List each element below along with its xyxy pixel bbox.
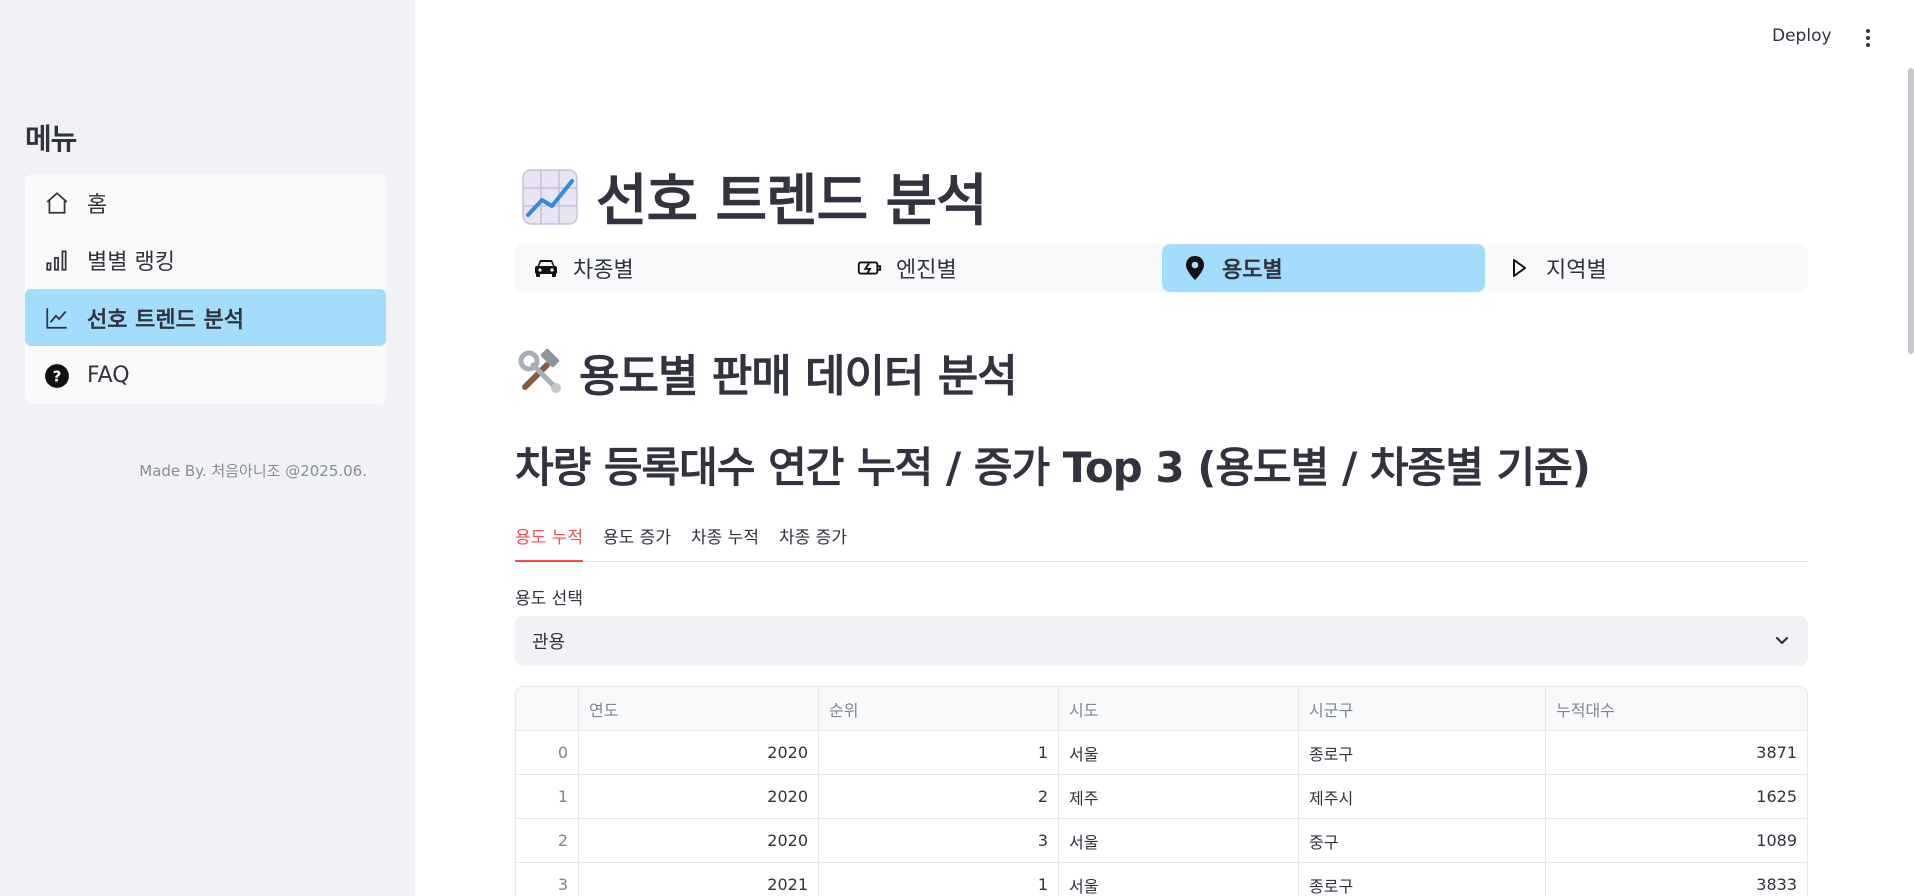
column-header[interactable] xyxy=(516,687,579,730)
section-title: 용도별 판매 데이터 분석 xyxy=(515,340,1018,404)
tab-usage[interactable]: 용도별 xyxy=(1162,244,1485,292)
category-tabs: 차종별 엔진별 용도별 지역별 xyxy=(515,244,1808,292)
table-cell[interactable]: 2020 xyxy=(579,775,819,818)
scrollbar[interactable] xyxy=(1908,68,1914,354)
table-cell[interactable]: 1089 xyxy=(1546,819,1807,862)
table-cell[interactable]: 종로구 xyxy=(1299,731,1546,774)
svg-text:?: ? xyxy=(53,367,62,385)
subtab-usage-cumulative[interactable]: 용도 누적 xyxy=(515,520,583,562)
bar-chart-icon xyxy=(43,246,71,274)
home-icon xyxy=(43,189,71,217)
select-value: 관용 xyxy=(532,632,566,653)
table-cell[interactable]: 제주 xyxy=(1059,775,1299,818)
sidebar-item-faq[interactable]: ? FAQ xyxy=(25,347,386,404)
table-cell[interactable]: 2021 xyxy=(579,863,819,896)
table-cell[interactable]: 서울 xyxy=(1059,731,1299,774)
subtitle: 차량 등록대수 연간 누적 / 증가 Top 3 (용도별 / 차종별 기준) xyxy=(515,443,1591,492)
tab-region[interactable]: 지역별 xyxy=(1506,244,1806,292)
sub-tabs: 용도 누적 용도 증가 차종 누적 차종 증가 xyxy=(515,520,1808,562)
column-header[interactable]: 연도 xyxy=(579,687,819,730)
tab-engine[interactable]: 엔진별 xyxy=(856,244,1156,292)
tab-label: 차종별 xyxy=(573,258,634,283)
tab-car-type[interactable]: 차종별 xyxy=(533,244,833,292)
column-header[interactable]: 순위 xyxy=(819,687,1059,730)
sidebar-item-ranking[interactable]: 별별 랭킹 xyxy=(25,231,386,288)
sidebar-item-label: FAQ xyxy=(87,363,130,388)
section-title-text: 용도별 판매 데이터 분석 xyxy=(579,351,1018,402)
sidebar-item-label: 홈 xyxy=(87,192,108,218)
app: 메뉴 홈 별별 랭킹 선호 트렌드 분석 ? FAQ Made By. 처음아니… xyxy=(0,0,1914,896)
hammer-wrench-icon xyxy=(515,347,565,397)
column-header[interactable]: 시도 xyxy=(1059,687,1299,730)
table-row: 3 2021 1 서울 종로구 3833 xyxy=(516,863,1807,896)
subtab-cartype-cumulative[interactable]: 차종 누적 xyxy=(691,520,759,562)
help-circle-icon: ? xyxy=(43,362,71,390)
table-cell[interactable]: 3871 xyxy=(1546,731,1807,774)
table-cell[interactable]: 2020 xyxy=(579,731,819,774)
column-header[interactable]: 누적대수 xyxy=(1546,687,1807,730)
trending-up-icon xyxy=(43,304,71,332)
row-index: 3 xyxy=(516,863,579,896)
table-cell[interactable]: 제주시 xyxy=(1299,775,1546,818)
sidebar-item-trend[interactable]: 선호 트렌드 분석 xyxy=(25,289,386,346)
column-header[interactable]: 시군구 xyxy=(1299,687,1546,730)
table-row: 0 2020 1 서울 종로구 3871 xyxy=(516,731,1807,775)
usage-select[interactable]: 관용 xyxy=(515,616,1808,666)
table-cell[interactable]: 2020 xyxy=(579,819,819,862)
table-cell[interactable]: 3833 xyxy=(1546,863,1807,896)
table-cell[interactable]: 서울 xyxy=(1059,819,1299,862)
kebab-menu-icon[interactable] xyxy=(1860,26,1876,50)
chevron-down-icon xyxy=(1772,630,1792,650)
table-cell[interactable]: 1 xyxy=(819,863,1059,896)
row-index: 2 xyxy=(516,819,579,862)
play-icon xyxy=(1506,255,1532,281)
table-cell[interactable]: 1625 xyxy=(1546,775,1807,818)
table-cell[interactable]: 종로구 xyxy=(1299,863,1546,896)
sidebar-item-home[interactable]: 홈 xyxy=(25,174,386,231)
select-label: 용도 선택 xyxy=(515,589,583,609)
table-row: 2 2020 3 서울 중구 1089 xyxy=(516,819,1807,863)
map-pin-icon xyxy=(1182,255,1208,281)
subtab-cartype-increase[interactable]: 차종 증가 xyxy=(779,520,847,562)
table-row: 1 2020 2 제주 제주시 1625 xyxy=(516,775,1807,819)
chart-increasing-icon xyxy=(520,167,580,227)
tab-label: 지역별 xyxy=(1546,258,1607,283)
row-index: 1 xyxy=(516,775,579,818)
row-index: 0 xyxy=(516,731,579,774)
tab-label: 엔진별 xyxy=(896,258,957,283)
data-table[interactable]: 연도 순위 시도 시군구 누적대수 0 2020 1 서울 종로구 3871 1… xyxy=(515,686,1808,896)
car-icon xyxy=(533,255,559,281)
table-cell[interactable]: 3 xyxy=(819,819,1059,862)
table-cell[interactable]: 1 xyxy=(819,731,1059,774)
table-cell[interactable]: 중구 xyxy=(1299,819,1546,862)
sidebar-title: 메뉴 xyxy=(25,122,77,156)
table-cell[interactable]: 2 xyxy=(819,775,1059,818)
page-title-text: 선호 트렌드 분석 xyxy=(596,169,988,234)
deploy-button[interactable]: Deploy xyxy=(1772,26,1832,46)
engine-icon xyxy=(856,255,882,281)
sidebar-footer: Made By. 처음아니조 @2025.06. xyxy=(139,462,367,480)
subtab-usage-increase[interactable]: 용도 증가 xyxy=(603,520,671,562)
table-header: 연도 순위 시도 시군구 누적대수 xyxy=(516,687,1807,731)
sidebar: 메뉴 홈 별별 랭킹 선호 트렌드 분석 ? FAQ Made By. 처음아니… xyxy=(0,0,415,896)
tab-label: 용도별 xyxy=(1222,258,1283,283)
table-cell[interactable]: 서울 xyxy=(1059,863,1299,896)
sidebar-menu: 홈 별별 랭킹 선호 트렌드 분석 ? FAQ xyxy=(25,174,386,404)
page-title: 선호 트렌드 분석 xyxy=(520,156,988,237)
sidebar-item-label: 선호 트렌드 분석 xyxy=(87,307,244,333)
sidebar-item-label: 별별 랭킹 xyxy=(87,249,175,275)
